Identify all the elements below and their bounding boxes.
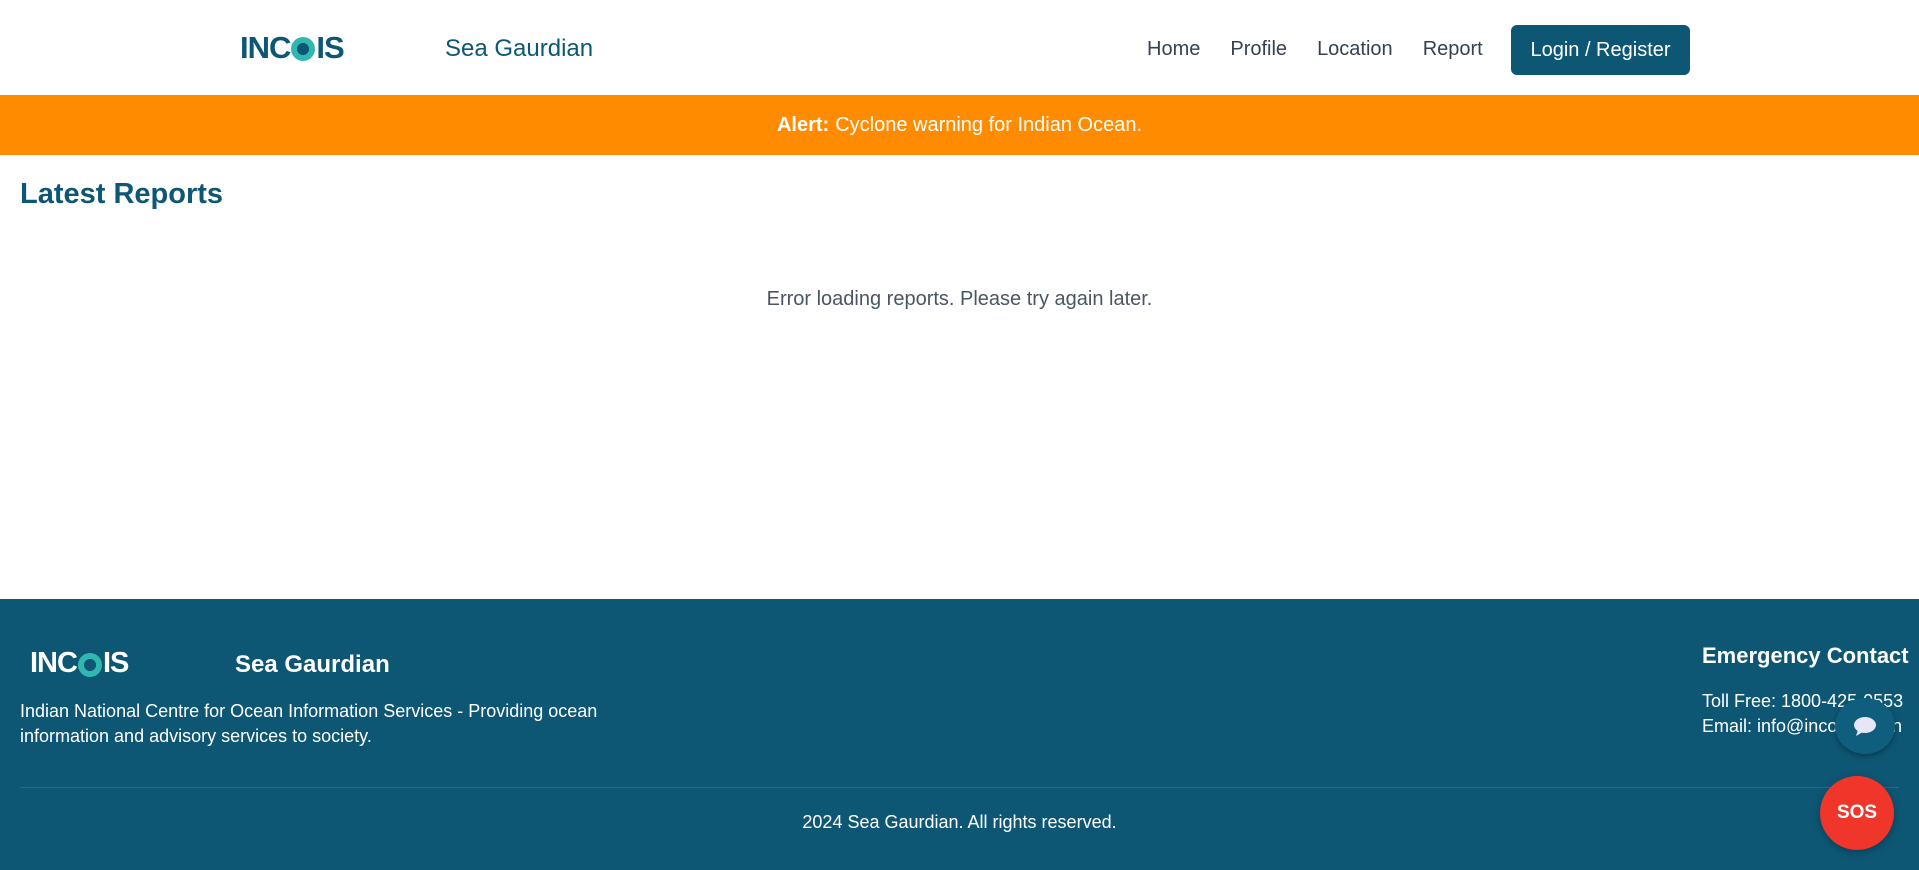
nav-home[interactable]: Home [1147,38,1200,61]
sos-button[interactable]: SOS [1820,776,1894,850]
footer-description: Indian National Centre for Ocean Informa… [20,701,598,746]
nav-profile[interactable]: Profile [1230,38,1287,61]
logo-text-right: IS [316,30,344,65]
footer-incois-logo: INC IS [30,647,129,680]
latest-reports-title: Latest Reports [20,178,224,210]
reports-error-message: Error loading reports. Please try again … [766,288,1153,310]
footer-logo-text-right: IS [102,647,129,679]
emergency-contact-title: Emergency Contact [1702,643,1909,668]
footer-divider [20,787,1899,788]
chat-bubble-icon [1854,717,1876,736]
nav-report[interactable]: Report [1423,38,1483,61]
footer-brand: Sea Gaurdian [235,651,390,678]
site-footer: INC IS Sea Gaurdian Indian National Centr… [0,599,1919,870]
chat-button[interactable] [1835,698,1895,754]
alert-message: Cyclone warning for Indian Ocean. [835,113,1143,136]
footer-logo-ring-icon [77,652,102,677]
site-header: INC IS Sea Gaurdian Home Profile Location… [0,0,1919,95]
copyright-text: 2024 Sea Gaurdian. All rights reserved. [802,812,1117,832]
login-register-button[interactable]: Login / Register [1511,25,1690,75]
logo-text-left: INC [240,30,291,65]
alert-banner: Alert: Cyclone warning for Indian Ocean. [0,95,1919,155]
footer-logo-text-left: INC [30,647,78,679]
alert-label: Alert: [776,113,830,136]
main-nav: Home Profile Location Report [1147,38,1513,61]
site-brand[interactable]: Sea Gaurdian [445,35,593,63]
nav-location[interactable]: Location [1317,38,1393,61]
incois-logo[interactable]: INC IS [240,30,345,66]
logo-ring-icon [291,37,316,61]
